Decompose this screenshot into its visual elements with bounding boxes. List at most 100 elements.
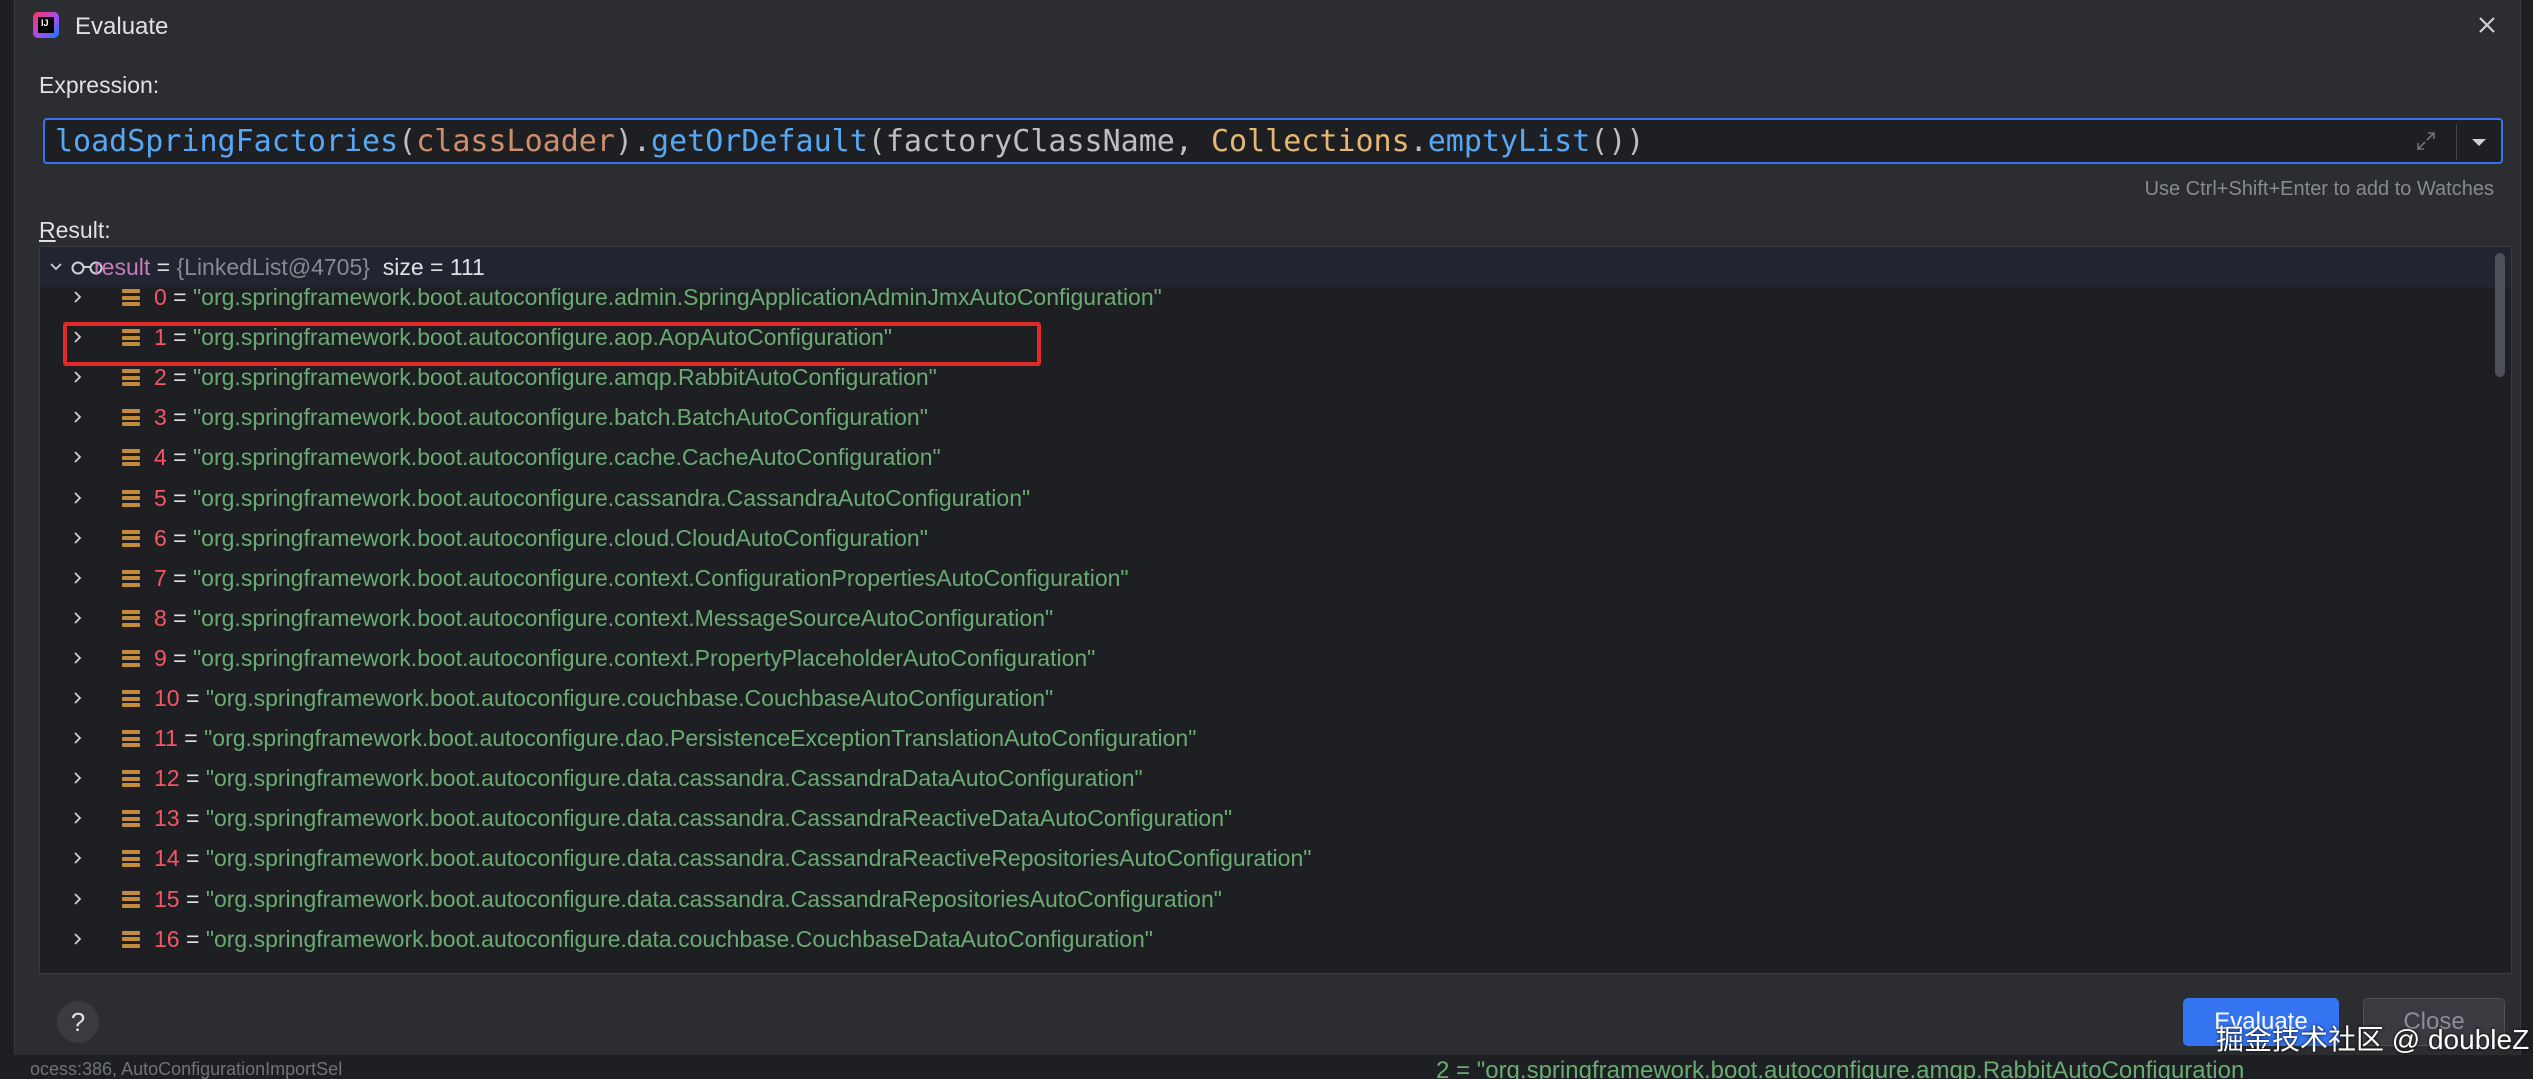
item-index: 3 [154,404,167,431]
tree-item-row[interactable]: 1 = "org.springframework.boot.autoconfig… [40,317,2511,357]
expression-token: ()) [1590,124,1645,159]
item-value: "org.springframework.boot.autoconfigure.… [204,725,1197,752]
background-frame-text: ocess:386, AutoConfigurationImportSel [30,1059,343,1079]
tree-item-row[interactable]: 13 = "org.springframework.boot.autoconfi… [40,798,2511,838]
expression-token: loadSpringFactories [55,124,399,159]
item-value: "org.springframework.boot.autoconfigure.… [193,524,928,551]
tree-item-label: 15 = "org.springframework.boot.autoconfi… [154,885,1222,912]
list-element-icon [122,770,140,788]
item-index: 12 [154,765,180,792]
chevron-down-icon[interactable] [48,259,64,275]
tree-item-row[interactable]: 12 = "org.springframework.boot.autoconfi… [40,758,2511,798]
item-value: "org.springframework.boot.autoconfigure.… [205,845,1312,872]
tree-item-row[interactable]: 4 = "org.springframework.boot.autoconfig… [40,437,2511,477]
tree-item-row[interactable]: 8 = "org.springframework.boot.autoconfig… [40,598,2511,638]
tree-item-row[interactable]: 9 = "org.springframework.boot.autoconfig… [40,638,2511,678]
expression-token: , [1174,124,1211,159]
item-value: "org.springframework.boot.autoconfigure.… [193,564,1129,591]
chevron-right-icon[interactable] [70,610,86,626]
tree-item-label: 16 = "org.springframework.boot.autoconfi… [154,925,1153,952]
expression-token: ). [614,124,652,159]
item-value: "org.springframework.boot.autoconfigure.… [193,444,941,471]
list-element-icon [122,329,140,347]
chevron-right-icon[interactable] [70,730,86,746]
tree-item-row[interactable]: 11 = "org.springframework.boot.autoconfi… [40,718,2511,758]
close-icon[interactable] [2472,10,2502,40]
item-index: 16 [154,925,180,952]
tree-item-row[interactable]: 16 = "org.springframework.boot.autoconfi… [40,919,2511,959]
item-value: "org.springframework.boot.autoconfigure.… [205,765,1143,792]
expression-input[interactable]: loadSpringFactories(classLoader).getOrDe… [43,118,2503,164]
tree-item-row[interactable]: 0 = "org.springframework.boot.autoconfig… [40,277,2511,317]
tree-item-row[interactable]: 7 = "org.springframework.boot.autoconfig… [40,558,2511,598]
item-index: 9 [154,644,167,671]
expression-token: factoryClassName [885,124,1175,159]
help-button[interactable]: ? [57,1001,99,1043]
item-value: "org.springframework.boot.autoconfigure.… [193,284,1162,310]
item-value: "org.springframework.boot.autoconfigure.… [193,484,1031,511]
chevron-right-icon[interactable] [70,570,86,586]
ide-background-bottom: ocess:386, AutoConfigurationImportSel 2 … [0,1055,2533,1079]
chevron-right-icon[interactable] [70,490,86,506]
dialog-title: Evaluate [75,13,169,40]
item-index: 1 [154,324,167,351]
item-index: 0 [154,284,167,310]
expression-token: classLoader [416,124,615,159]
item-index: 2 [154,364,167,391]
chevron-right-icon[interactable] [70,770,86,786]
tree-item-label: 9 = "org.springframework.boot.autoconfig… [154,644,1096,671]
tree-item-label: 2 = "org.springframework.boot.autoconfig… [154,364,937,391]
tree-item-label: 7 = "org.springframework.boot.autoconfig… [154,564,1129,591]
chevron-right-icon[interactable] [70,449,86,465]
item-value: "org.springframework.boot.autoconfigure.… [193,324,893,351]
item-index: 10 [154,685,180,711]
tree-item-label: 0 = "org.springframework.boot.autoconfig… [154,284,1162,310]
result-tree[interactable]: result = {LinkedList@4705} size = 111 0 … [39,246,2512,974]
tree-scrollbar[interactable] [2495,253,2505,377]
chevron-right-icon[interactable] [70,289,86,305]
list-element-icon [122,730,140,748]
item-index: 7 [154,564,167,591]
intellij-logo-icon: IJ [33,12,59,38]
chevron-right-icon[interactable] [70,810,86,826]
chevron-right-icon[interactable] [70,931,86,947]
item-value: "org.springframework.boot.autoconfigure.… [205,685,1054,711]
chevron-right-icon[interactable] [70,650,86,666]
chevron-right-icon[interactable] [70,329,86,345]
tree-item-row[interactable]: 3 = "org.springframework.boot.autoconfig… [40,397,2511,437]
tree-item-row[interactable]: 2 = "org.springframework.boot.autoconfig… [40,357,2511,397]
chevron-right-icon[interactable] [70,369,86,385]
tree-item-label: 6 = "org.springframework.boot.autoconfig… [154,524,928,551]
list-element-icon [122,409,140,427]
expression-label: Expression: [39,72,160,98]
tree-item-label: 10 = "org.springframework.boot.autoconfi… [154,685,1054,711]
title-bar: IJ Evaluate [15,0,2520,56]
chevron-right-icon[interactable] [70,530,86,546]
evaluate-dialog: IJ Evaluate Expression: loadSpringFactor… [14,0,2521,1055]
item-value: "org.springframework.boot.autoconfigure.… [193,404,928,431]
tree-item-label: 1 = "org.springframework.boot.autoconfig… [154,324,893,351]
chevron-right-icon[interactable] [70,891,86,907]
list-element-icon [122,449,140,467]
item-value: "org.springframework.boot.autoconfigure.… [205,805,1233,832]
item-value: "org.springframework.boot.autoconfigure.… [193,604,1054,631]
tree-item-row[interactable]: 15 = "org.springframework.boot.autoconfi… [40,879,2511,919]
list-element-icon [122,649,140,667]
item-index: 8 [154,604,167,631]
item-index: 5 [154,484,167,511]
history-dropdown-icon[interactable] [2467,130,2491,154]
tree-item-row[interactable]: 5 = "org.springframework.boot.autoconfig… [40,478,2511,518]
chevron-right-icon[interactable] [70,409,86,425]
expression-text[interactable]: loadSpringFactories(classLoader).getOrDe… [55,125,1644,159]
list-element-icon [122,569,140,587]
tree-item-row[interactable]: 6 = "org.springframework.boot.autoconfig… [40,518,2511,558]
chevron-right-icon[interactable] [70,690,86,706]
expand-icon[interactable] [2415,130,2437,152]
tree-item-row[interactable]: 10 = "org.springframework.boot.autoconfi… [40,678,2511,718]
chevron-right-icon[interactable] [70,850,86,866]
tree-item-row[interactable]: 14 = "org.springframework.boot.autoconfi… [40,838,2511,878]
list-element-icon [122,529,140,547]
list-element-icon [122,930,140,948]
list-element-icon [122,810,140,828]
item-index: 4 [154,444,167,471]
